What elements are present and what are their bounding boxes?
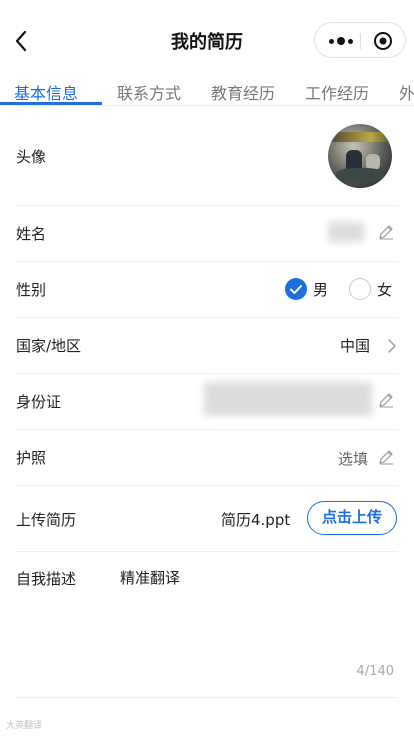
nav-bar: 我的简历 xyxy=(0,0,414,80)
divider xyxy=(16,205,398,206)
mini-program-capsule xyxy=(314,22,406,58)
avatar-label: 头像 xyxy=(16,148,47,166)
name-value-redacted[interactable] xyxy=(328,222,364,242)
watermark: 大英翻译 xyxy=(6,721,43,731)
edit-pencil-icon[interactable] xyxy=(378,392,394,408)
avatar[interactable] xyxy=(328,124,392,188)
country-value[interactable]: 中国 xyxy=(340,335,370,356)
id-card-label: 身份证 xyxy=(16,393,62,411)
gender-male-label[interactable]: 男 xyxy=(313,279,328,300)
divider xyxy=(16,317,398,318)
tab-bar-divider xyxy=(0,105,414,106)
upload-button[interactable]: 点击上传 xyxy=(307,501,397,535)
close-target-icon[interactable] xyxy=(373,31,393,51)
character-counter: 4/140 xyxy=(356,664,394,679)
gender-label: 性别 xyxy=(16,281,47,299)
edit-pencil-icon[interactable] xyxy=(378,224,394,240)
tab-contact[interactable]: 联系方式 xyxy=(117,80,181,104)
tab-more[interactable]: 外 xyxy=(399,80,414,104)
passport-label: 护照 xyxy=(16,449,47,467)
divider xyxy=(16,429,398,430)
gender-male-radio[interactable] xyxy=(285,278,307,300)
checkmark-icon xyxy=(290,285,302,294)
upload-resume-label: 上传简历 xyxy=(16,511,77,529)
chevron-right-icon[interactable] xyxy=(386,338,398,353)
tab-work[interactable]: 工作经历 xyxy=(305,80,369,104)
gender-female-label[interactable]: 女 xyxy=(377,279,392,300)
divider xyxy=(16,551,398,552)
more-icon[interactable] xyxy=(329,34,353,48)
passport-placeholder[interactable]: 选填 xyxy=(338,448,368,469)
divider xyxy=(16,373,398,374)
tab-basic-info[interactable]: 基本信息 xyxy=(14,80,78,104)
tab-education[interactable]: 教育经历 xyxy=(211,80,275,104)
gender-female-radio[interactable] xyxy=(349,278,371,300)
divider xyxy=(16,485,398,486)
resume-file-name: 简历4.ppt xyxy=(221,511,291,529)
self-description-label: 自我描述 xyxy=(16,570,77,588)
divider xyxy=(16,261,398,262)
capsule-divider xyxy=(360,33,361,49)
id-card-value-redacted[interactable] xyxy=(204,382,372,416)
edit-pencil-icon[interactable] xyxy=(378,449,394,465)
country-label: 国家/地区 xyxy=(16,337,82,355)
name-label: 姓名 xyxy=(16,225,47,243)
divider xyxy=(16,697,398,698)
